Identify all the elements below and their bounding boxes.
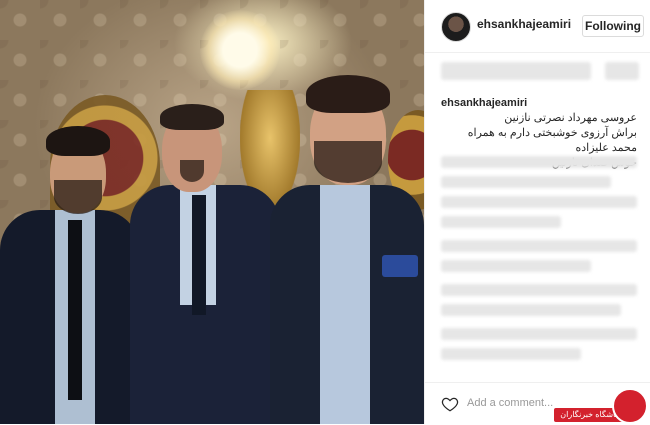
blurred-comment xyxy=(441,176,611,188)
post-side-panel: ehsankhajeamiri Following ehsankhajeamir… xyxy=(424,0,650,424)
news-club-logo-icon xyxy=(612,388,648,424)
following-button[interactable]: Following xyxy=(582,15,644,37)
blurred-comment xyxy=(441,260,591,272)
blurred-likes xyxy=(441,62,591,80)
caption-line-1: عروسی مهرداد نصرتی نازنین xyxy=(504,112,637,124)
person-left xyxy=(0,120,140,424)
person-right xyxy=(270,75,424,424)
blurred-comment xyxy=(441,284,637,296)
blurred-comment xyxy=(441,348,581,360)
blurred-comment xyxy=(441,216,561,228)
person-middle xyxy=(130,100,280,424)
caption-line-2: براش آرزوی خوشبختی دارم به همراه محمد عل… xyxy=(467,127,637,154)
chandelier-light xyxy=(200,10,280,90)
blurred-time xyxy=(605,62,639,80)
blurred-comment xyxy=(441,328,637,340)
avatar[interactable] xyxy=(441,12,471,42)
blurred-comment xyxy=(441,304,621,316)
blurred-comment xyxy=(441,240,637,252)
post-header: ehsankhajeamiri Following xyxy=(425,0,650,53)
header-username[interactable]: ehsankhajeamiri xyxy=(477,17,571,31)
blurred-comment xyxy=(441,156,637,168)
blurred-comment xyxy=(441,196,637,208)
caption-username[interactable]: ehsankhajeamiri xyxy=(441,97,527,109)
watermark: باشگاه خبرنگاران xyxy=(554,388,650,424)
post-photo[interactable] xyxy=(0,0,424,424)
heart-icon[interactable] xyxy=(441,395,459,413)
